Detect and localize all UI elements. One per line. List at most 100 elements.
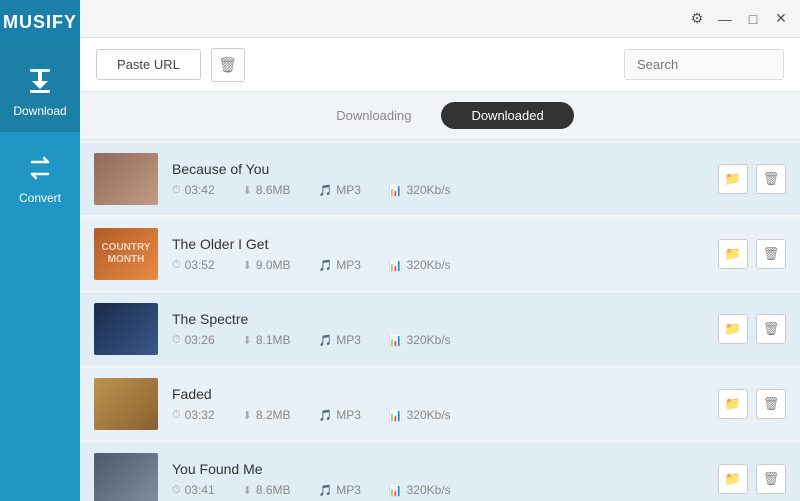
trash-icon: 🗑 <box>763 321 780 337</box>
track-duration: ⏱ 03:41 <box>172 483 215 497</box>
clock-icon: ⏱ <box>172 334 181 347</box>
track-list: Because of You ⏱ 03:42 ⬇ 8.6MB 🎵 MP3 📊 3… <box>80 140 800 501</box>
track-size: ⬇ 8.1MB <box>243 333 291 347</box>
track-format: 🎵 MP3 <box>319 183 361 197</box>
quality-icon: 📊 <box>389 484 403 497</box>
track-meta: ⏱ 03:26 ⬇ 8.1MB 🎵 MP3 📊 320Kb/s <box>172 333 708 347</box>
folder-icon: 📁 <box>725 321 741 337</box>
track-item: COUNTRY MONTH The Older I Get ⏱ 03:52 ⬇ … <box>80 218 800 290</box>
trash-icon: 🗑 <box>763 471 780 487</box>
delete-track-button[interactable]: 🗑 <box>756 464 786 494</box>
maximize-button[interactable]: □ <box>744 10 762 28</box>
paste-url-button[interactable]: Paste URL <box>96 49 201 80</box>
track-duration: ⏱ 03:52 <box>172 258 215 272</box>
track-meta: ⏱ 03:41 ⬇ 8.6MB 🎵 MP3 📊 320Kb/s <box>172 483 708 497</box>
track-item: The Spectre ⏱ 03:26 ⬇ 8.1MB 🎵 MP3 📊 320K… <box>80 293 800 365</box>
track-title: Because of You <box>172 161 708 177</box>
sidebar-item-convert[interactable]: Convert <box>0 132 80 219</box>
trash-icon: 🗑 <box>763 171 780 187</box>
track-duration: ⏱ 03:32 <box>172 408 215 422</box>
file-icon: 🎵 <box>319 409 333 422</box>
delete-track-button[interactable]: 🗑 <box>756 389 786 419</box>
quality-icon: 📊 <box>389 259 403 272</box>
sidebar-item-download[interactable]: Download <box>0 45 80 132</box>
open-folder-button[interactable]: 📁 <box>718 239 748 269</box>
titlebar: ⚙ — □ ✕ <box>80 0 800 38</box>
track-title: The Older I Get <box>172 236 708 252</box>
folder-icon: 📁 <box>725 171 741 187</box>
search-input[interactable] <box>624 49 784 80</box>
toolbar: Paste URL 🗑 <box>80 38 800 92</box>
open-folder-button[interactable]: 📁 <box>718 389 748 419</box>
track-format: 🎵 MP3 <box>319 258 361 272</box>
clock-icon: ⏱ <box>172 184 181 197</box>
folder-icon: 📁 <box>725 396 741 412</box>
trash-icon: 🗑 <box>763 246 780 262</box>
download-size-icon: ⬇ <box>243 484 252 497</box>
folder-icon: 📁 <box>725 471 741 487</box>
quality-icon: 📊 <box>389 409 403 422</box>
download-icon <box>22 63 58 99</box>
track-meta: ⏱ 03:52 ⬇ 9.0MB 🎵 MP3 📊 320Kb/s <box>172 258 708 272</box>
track-info: Because of You ⏱ 03:42 ⬇ 8.6MB 🎵 MP3 📊 3… <box>172 161 708 197</box>
track-title: You Found Me <box>172 461 708 477</box>
track-quality: 📊 320Kb/s <box>389 183 451 197</box>
track-size: ⬇ 9.0MB <box>243 258 291 272</box>
window-controls: ⚙ — □ ✕ <box>688 10 790 28</box>
track-format: 🎵 MP3 <box>319 408 361 422</box>
open-folder-button[interactable]: 📁 <box>718 314 748 344</box>
trash-icon: 🗑 <box>763 396 780 412</box>
sidebar: MUSIFY Download Convert <box>0 0 80 501</box>
track-info: Faded ⏱ 03:32 ⬇ 8.2MB 🎵 MP3 📊 320Kb/s <box>172 386 708 422</box>
app-logo: MUSIFY <box>0 0 80 45</box>
track-thumbnail <box>94 153 158 205</box>
track-actions: 📁 🗑 <box>718 164 786 194</box>
trash-icon: 🗑 <box>218 56 237 74</box>
track-info: You Found Me ⏱ 03:41 ⬇ 8.6MB 🎵 MP3 📊 320… <box>172 461 708 497</box>
delete-track-button[interactable]: 🗑 <box>756 164 786 194</box>
open-folder-button[interactable]: 📁 <box>718 164 748 194</box>
main-content: ⚙ — □ ✕ Paste URL 🗑 Downloading Downl <box>80 0 800 501</box>
track-quality: 📊 320Kb/s <box>389 333 451 347</box>
quality-icon: 📊 <box>389 334 403 347</box>
track-duration: ⏱ 03:26 <box>172 333 215 347</box>
track-quality: 📊 320Kb/s <box>389 258 451 272</box>
track-info: The Spectre ⏱ 03:26 ⬇ 8.1MB 🎵 MP3 📊 320K… <box>172 311 708 347</box>
quality-icon: 📊 <box>389 184 403 197</box>
clock-icon: ⏱ <box>172 409 181 422</box>
tab-downloading[interactable]: Downloading <box>306 102 441 129</box>
open-folder-button[interactable]: 📁 <box>718 464 748 494</box>
track-format: 🎵 MP3 <box>319 483 361 497</box>
delete-track-button[interactable]: 🗑 <box>756 314 786 344</box>
track-size: ⬇ 8.2MB <box>243 408 291 422</box>
download-size-icon: ⬇ <box>243 334 252 347</box>
track-actions: 📁 🗑 <box>718 239 786 269</box>
track-actions: 📁 🗑 <box>718 389 786 419</box>
track-thumbnail <box>94 453 158 501</box>
tab-downloaded[interactable]: Downloaded <box>441 102 573 129</box>
track-item: Faded ⏱ 03:32 ⬇ 8.2MB 🎵 MP3 📊 320Kb/s <box>80 368 800 440</box>
minimize-button[interactable]: — <box>716 10 734 28</box>
clear-button[interactable]: 🗑 <box>211 48 245 82</box>
clock-icon: ⏱ <box>172 259 181 272</box>
track-actions: 📁 🗑 <box>718 464 786 494</box>
track-item: Because of You ⏱ 03:42 ⬇ 8.6MB 🎵 MP3 📊 3… <box>80 143 800 215</box>
delete-track-button[interactable]: 🗑 <box>756 239 786 269</box>
sidebar-convert-label: Convert <box>19 191 61 205</box>
track-meta: ⏱ 03:42 ⬇ 8.6MB 🎵 MP3 📊 320Kb/s <box>172 183 708 197</box>
sidebar-download-label: Download <box>13 104 66 118</box>
track-thumbnail: COUNTRY MONTH <box>94 228 158 280</box>
track-quality: 📊 320Kb/s <box>389 408 451 422</box>
close-button[interactable]: ✕ <box>772 10 790 28</box>
track-title: The Spectre <box>172 311 708 327</box>
track-format: 🎵 MP3 <box>319 333 361 347</box>
tabs-bar: Downloading Downloaded <box>80 92 800 140</box>
clock-icon: ⏱ <box>172 484 181 497</box>
settings-button[interactable]: ⚙ <box>688 10 706 28</box>
track-quality: 📊 320Kb/s <box>389 483 451 497</box>
track-meta: ⏱ 03:32 ⬇ 8.2MB 🎵 MP3 📊 320Kb/s <box>172 408 708 422</box>
track-thumbnail <box>94 303 158 355</box>
download-size-icon: ⬇ <box>243 259 252 272</box>
track-thumbnail <box>94 378 158 430</box>
folder-icon: 📁 <box>725 246 741 262</box>
